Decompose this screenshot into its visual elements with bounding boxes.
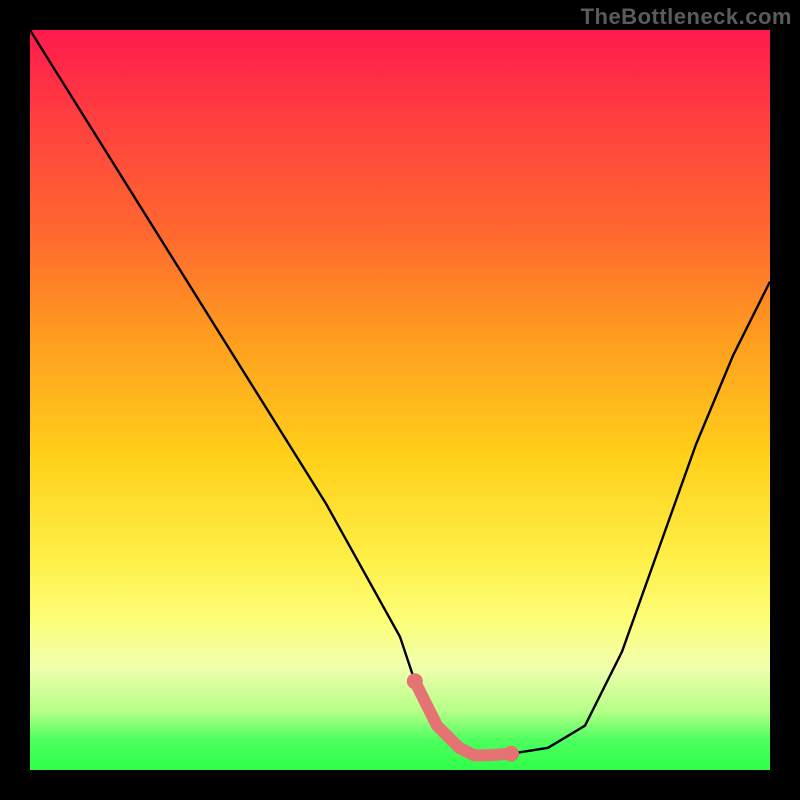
chart-frame: TheBottleneck.com <box>0 0 800 800</box>
bottleneck-curve <box>30 30 770 770</box>
highlight-dot-left <box>407 673 423 689</box>
watermark-text: TheBottleneck.com <box>581 4 792 30</box>
curve-highlight <box>415 681 511 755</box>
curve-line <box>30 30 770 755</box>
plot-area <box>30 30 770 770</box>
highlight-dot-right <box>503 746 519 762</box>
